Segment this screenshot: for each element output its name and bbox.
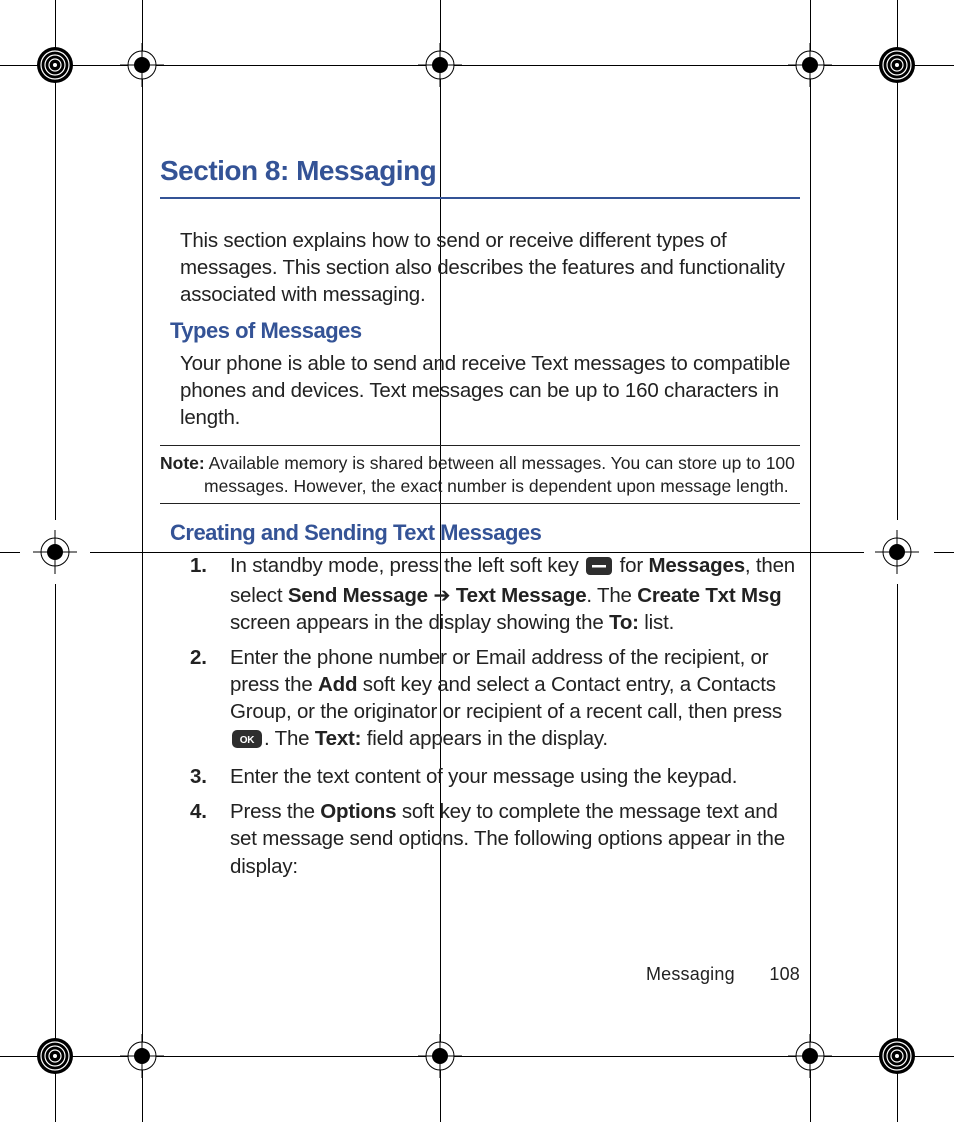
step-number: 4. (190, 798, 207, 825)
footer-page-number: 108 (740, 964, 800, 985)
step-text: . The (264, 727, 315, 750)
bold-options: Options (320, 800, 396, 823)
page-footer: Messaging 108 (160, 964, 800, 985)
reg-line-v4 (810, 0, 811, 1122)
step-text: Press the (230, 800, 320, 823)
step-1: 1. In standby mode, press the left soft … (200, 552, 800, 636)
bold-send-message: Send Message (288, 584, 428, 607)
mark-cover (864, 520, 934, 584)
intro-text: This section explains how to send or rec… (180, 227, 800, 308)
step-text: . The (586, 584, 637, 607)
types-text: Your phone is able to send and receive T… (180, 350, 800, 431)
step-text: In standby mode, press the left soft key (230, 554, 584, 577)
step-3: 3. Enter the text content of your messag… (200, 763, 800, 790)
reg-line-v2 (142, 0, 143, 1122)
bold-messages: Messages (648, 554, 744, 577)
ok-key-icon: OK (232, 728, 262, 755)
bold-create-txt-msg: Create Txt Msg (637, 584, 781, 607)
step-text: Enter the text content of your message u… (230, 765, 737, 788)
note-text: Available memory is shared between all m… (204, 453, 795, 495)
step-text: field appears in the display. (361, 727, 608, 750)
intro-paragraph: This section explains how to send or rec… (160, 227, 800, 308)
page-content: Section 8: Messaging This section explai… (160, 155, 800, 888)
heading-creating: Creating and Sending Text Messages (160, 520, 800, 546)
step-2: 2. Enter the phone number or Email addre… (200, 644, 800, 755)
step-number: 1. (190, 552, 207, 579)
step-number: 3. (190, 763, 207, 790)
bold-to: To: (609, 611, 639, 634)
types-body: Your phone is able to send and receive T… (160, 350, 800, 431)
note-box: Note: Available memory is shared between… (160, 445, 800, 504)
step-text: list. (639, 611, 674, 634)
bold-text-field: Text: (315, 727, 361, 750)
softkey-dash-icon (586, 555, 612, 582)
step-text: screen appears in the display showing th… (230, 611, 609, 634)
step-number: 2. (190, 644, 207, 671)
step-text: for (614, 554, 648, 577)
svg-text:OK: OK (240, 735, 256, 746)
footer-section: Messaging (646, 964, 735, 984)
bold-add: Add (318, 673, 357, 696)
steps-list: 1. In standby mode, press the left soft … (160, 552, 800, 880)
section-title: Section 8: Messaging (160, 155, 800, 187)
mark-cover (20, 520, 90, 584)
bold-text-message: Text Message (456, 584, 587, 607)
title-rule (160, 197, 800, 199)
arrow-text: ➔ (428, 584, 456, 607)
step-4: 4. Press the Options soft key to complet… (200, 798, 800, 879)
note-label: Note: (160, 453, 205, 473)
heading-types: Types of Messages (160, 318, 800, 344)
